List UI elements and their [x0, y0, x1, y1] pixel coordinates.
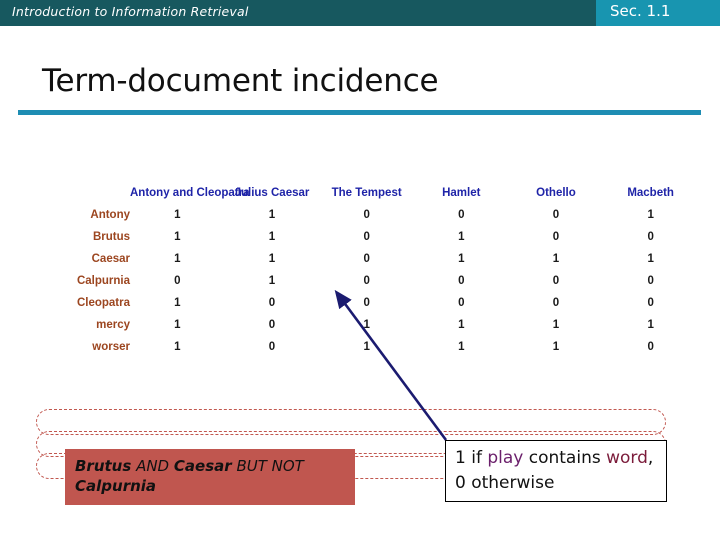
cell-bit: 0 [363, 231, 370, 243]
corner-cell [8, 182, 130, 204]
title-divider [18, 110, 701, 115]
row-highlight-brutus [36, 409, 666, 435]
query-term-1: Brutus [75, 457, 132, 475]
column-header-doc-3: Hamlet [442, 187, 481, 199]
cell-bit: 1 [647, 209, 654, 221]
cell-bit: 0 [268, 341, 276, 353]
cell-bit: 0 [363, 275, 370, 287]
cell-bit: 1 [174, 209, 181, 221]
row-label-term: Cleopatra [76, 297, 130, 309]
row-label-term: Calpurnia [76, 275, 130, 287]
cell-bit: 0 [552, 231, 560, 243]
cell-bit: 1 [174, 297, 181, 309]
cell-bit: 1 [268, 209, 276, 221]
query-operator-2: BUT NOT [236, 457, 304, 475]
cell-bit: 0 [363, 253, 370, 265]
row-label-term: Antony [90, 209, 130, 221]
table-body: Antony 1 1 0 0 0 1 Brutus 1 1 0 1 0 0 Caesar 1 1 0 1 1 1 Calp… [8, 204, 698, 358]
boolean-query-text: Brutus AND Caesar BUT NOT Calpurnia [75, 456, 347, 496]
row-label-term: worser [92, 341, 130, 353]
table-row: Antony 1 1 0 0 0 1 [8, 204, 698, 226]
section-chip: Sec. 1.1 [596, 0, 720, 26]
legend-part-1: 1 if [455, 448, 488, 468]
query-term-2: Caesar [173, 457, 232, 475]
cell-bit: 1 [458, 231, 465, 243]
cell-bit: 1 [647, 319, 654, 331]
cell-bit: 0 [647, 231, 654, 243]
legend-part-2: contains [523, 448, 607, 468]
cell-bit: 0 [458, 297, 465, 309]
page-title: Term-document incidence [42, 63, 439, 99]
legend-token-word: word [606, 448, 648, 468]
table-row: Calpurnia 0 1 0 0 0 0 [8, 270, 698, 292]
row-label-term: Caesar [91, 253, 130, 265]
table-header-row: Antony and Cleopatra Julius Caesar The T… [8, 182, 698, 204]
cell-bit: 1 [174, 253, 181, 265]
query-operator-1: AND [136, 457, 170, 475]
section-label: Sec. 1.1 [610, 2, 671, 20]
incidence-table: Antony and Cleopatra Julius Caesar The T… [8, 182, 698, 358]
cell-bit: 0 [458, 275, 465, 287]
table-row: Cleopatra 1 0 0 0 0 0 [8, 292, 698, 314]
column-header-doc-5: Macbeth [627, 187, 674, 199]
cell-bit: 0 [363, 297, 370, 309]
cell-bit: 1 [268, 231, 276, 243]
cell-bit: 1 [458, 341, 465, 353]
table-row: Caesar 1 1 0 1 1 1 [8, 248, 698, 270]
query-term-3: Calpurnia [75, 477, 157, 495]
cell-bit: 1 [363, 319, 370, 331]
row-label-term: Brutus [92, 231, 130, 243]
column-header-doc-4: Othello [536, 187, 576, 199]
table-row: worser 1 0 1 1 1 0 [8, 336, 698, 358]
row-label-term: mercy [96, 319, 130, 331]
term-document-incidence-matrix: Antony and Cleopatra Julius Caesar The T… [0, 182, 720, 479]
cell-bit: 0 [552, 209, 560, 221]
cell-bit: 0 [363, 209, 370, 221]
cell-bit: 1 [647, 253, 654, 265]
cell-bit: 1 [552, 319, 560, 331]
table-row: mercy 1 0 1 1 1 1 [8, 314, 698, 336]
table-header: Antony and Cleopatra Julius Caesar The T… [8, 182, 698, 204]
legend-token-play: play [487, 448, 524, 468]
cell-bit: 1 [174, 341, 181, 353]
legend-text: 1 if play contains word, 0 otherwise [455, 446, 661, 496]
course-title: Introduction to Information Retrieval [12, 4, 249, 19]
cell-bit: 0 [458, 209, 465, 221]
cell-bit: 1 [552, 253, 560, 265]
cell-bit: 0 [647, 275, 654, 287]
cell-bit: 1 [268, 253, 276, 265]
cell-bit: 1 [458, 319, 465, 331]
cell-bit: 0 [268, 319, 276, 331]
column-header-doc-0: Antony and Cleopatra [130, 187, 250, 199]
boolean-query-callout: Brutus AND Caesar BUT NOT Calpurnia [65, 449, 355, 505]
cell-bit: 0 [647, 341, 654, 353]
cell-bit: 1 [268, 275, 276, 287]
cell-bit: 1 [552, 341, 560, 353]
cell-bit: 0 [647, 297, 654, 309]
cell-bit: 1 [174, 319, 181, 331]
legend-callout: 1 if play contains word, 0 otherwise [445, 440, 667, 502]
cell-bit: 1 [174, 231, 181, 243]
table-row: Brutus 1 1 0 1 0 0 [8, 226, 698, 248]
column-header-doc-1: Julius Caesar [234, 187, 310, 199]
column-header-doc-2: The Tempest [331, 187, 402, 199]
cell-bit: 1 [458, 253, 465, 265]
cell-bit: 1 [363, 341, 370, 353]
cell-bit: 0 [552, 297, 560, 309]
cell-bit: 0 [268, 297, 276, 309]
cell-bit: 0 [174, 275, 181, 287]
cell-bit: 0 [552, 275, 560, 287]
